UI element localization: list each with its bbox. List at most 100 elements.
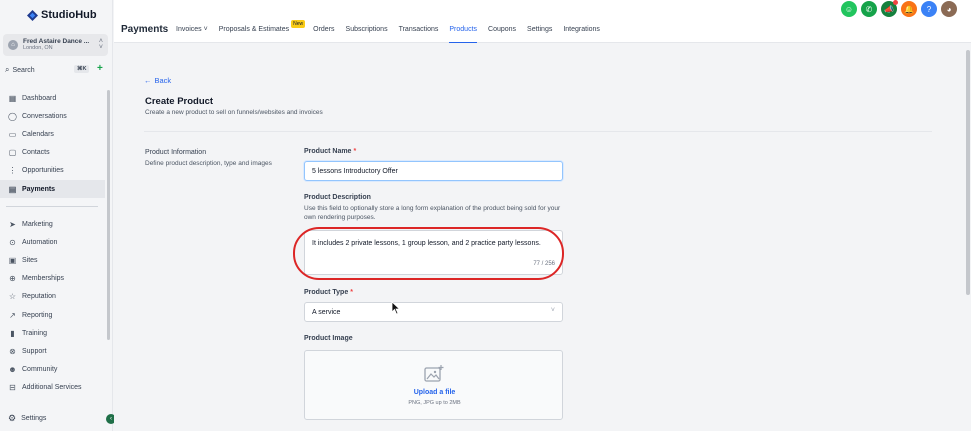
product-description-label: Product Description	[304, 194, 371, 201]
sidebar-item-label: Memberships	[22, 275, 65, 283]
megaphone-icon[interactable]: 📣	[881, 0, 898, 17]
tab-proposals-estimates[interactable]: Proposals & Estimates New	[219, 20, 306, 43]
tab-label: Invoices ˅	[176, 26, 208, 33]
image-upload-dropzone[interactable]: Upload a file PNG, JPG up to 2MB	[304, 350, 563, 420]
avatar[interactable]: ◕	[941, 1, 957, 17]
back-link[interactable]: ← Back	[144, 76, 171, 85]
tab-label: Transactions	[398, 26, 439, 33]
sidebar-item-calendars[interactable]: ▭ Calendars	[0, 125, 105, 143]
top-icons: ☺ ✆ 📣 🔔 ? ◕	[841, 0, 957, 17]
star-icon: ☆	[8, 292, 17, 302]
quick-add-icon[interactable]: +	[97, 63, 103, 74]
sidebar-divider	[6, 206, 98, 207]
sidebar-item-label: Conversations	[22, 112, 67, 120]
product-description-help: Use this field to optionally store a lon…	[304, 205, 561, 222]
book-icon: ▮	[10, 328, 15, 338]
sidebar-item-reporting[interactable]: ↗ Reporting	[0, 306, 105, 324]
sidebar-item-marketing[interactable]: ➤ Marketing	[0, 215, 105, 233]
community-icon: ☻	[8, 365, 17, 375]
upload-file-link[interactable]: Upload a file	[305, 389, 564, 396]
automation-icon: ⊙	[9, 237, 16, 247]
search-button[interactable]: ⌕ Search ⌘K +	[5, 63, 108, 76]
sidebar-item-opportunities[interactable]: ⋮ Opportunities	[0, 162, 105, 180]
sidebar-item-label: Contacts	[22, 149, 50, 157]
product-name-label-text: Product Name	[304, 148, 352, 155]
product-type-select[interactable]: A service ˅	[304, 302, 563, 322]
cart-icon: ⊟	[9, 383, 16, 393]
form-title: Create Product	[145, 96, 214, 107]
tab-invoices[interactable]: Invoices ˅	[176, 26, 208, 43]
product-name-value: 5 lessons Introductory Offer	[312, 167, 398, 175]
tab-label: Orders	[313, 26, 335, 33]
sidebar-item-label: Opportunities	[22, 167, 64, 175]
product-image-label: Product Image	[304, 335, 353, 342]
sidebar-item-dashboard[interactable]: ▦ Dashboard	[0, 89, 105, 107]
phone-icon[interactable]: ✆	[861, 1, 877, 17]
notification-dot	[893, 0, 898, 5]
tab-integrations[interactable]: Integrations	[563, 26, 600, 43]
sidebar-item-payments[interactable]: ▤ Payments	[0, 179, 105, 199]
sidebar: StudioHub ⌂ Fred Astaire Dance ... Londo…	[0, 0, 113, 431]
sidebar-item-conversations[interactable]: ◯ Conversations	[0, 107, 105, 125]
sidebar-item-memberships[interactable]: ⊕ Memberships	[0, 270, 105, 288]
page-title: Payments	[121, 24, 169, 35]
tab-products[interactable]: Products	[449, 26, 478, 43]
tab-settings[interactable]: Settings	[527, 26, 552, 43]
tab-label: Coupons	[488, 26, 517, 33]
sidebar-item-additional-services[interactable]: ⊟ Additional Services	[0, 379, 105, 397]
required-marker: *	[353, 148, 357, 155]
main-scrollbar[interactable]	[966, 50, 970, 295]
send-icon: ➤	[9, 219, 16, 229]
user-status-icon[interactable]: ☺	[841, 1, 857, 17]
sidebar-item-sites[interactable]: ▣ Sites	[0, 251, 105, 269]
search-icon: ⌕	[5, 65, 10, 74]
contacts-icon: ▢	[8, 148, 17, 158]
tab-label: Integrations	[563, 26, 600, 33]
help-icon[interactable]: ?	[921, 1, 937, 17]
section-divider	[144, 131, 932, 132]
chevron-down-icon: ˅	[550, 307, 555, 314]
sidebar-item-label: Dashboard	[22, 94, 57, 102]
upload-hint: PNG, JPG up to 2MB	[408, 400, 461, 406]
settings-label: Settings	[21, 415, 47, 422]
image-upload-icon	[424, 365, 444, 382]
highlight-annotation	[293, 227, 564, 280]
product-name-label: Product Name *	[304, 148, 356, 155]
tab-transactions[interactable]: Transactions	[399, 26, 439, 43]
sidebar-item-contacts[interactable]: ▢ Contacts	[0, 144, 105, 162]
sidebar-scrollbar[interactable]	[107, 90, 110, 340]
sidebar-item-label: Automation	[22, 238, 58, 246]
account-switcher[interactable]: ⌂ Fred Astaire Dance ... London, ON ˄ ˅	[3, 34, 108, 56]
search-label: Search	[12, 66, 35, 74]
tab-orders[interactable]: Orders	[313, 26, 334, 43]
sidebar-item-support[interactable]: ⊗ Support	[0, 342, 105, 360]
support-icon: ⊗	[9, 346, 16, 356]
sidebar-item-label: Marketing	[22, 220, 53, 228]
sidebar-nav-secondary: ➤ Marketing ⊙ Automation ▣ Sites ⊕ Memberships ☆…	[0, 215, 105, 397]
new-badge: New	[291, 20, 306, 28]
required-marker: *	[350, 289, 353, 296]
reporting-icon: ↗	[9, 310, 16, 320]
sidebar-item-settings[interactable]: ⚙ Settings	[8, 413, 46, 424]
top-bar: Payments Invoices ˅ Proposals & Estimates…	[114, 0, 971, 43]
logo-icon	[27, 9, 38, 21]
sidebar-item-automation[interactable]: ⊙ Automation	[0, 233, 105, 251]
section-description: Define product description, type and ima…	[145, 160, 272, 167]
sidebar-item-reputation[interactable]: ☆ Reputation	[0, 288, 105, 306]
mouse-cursor-icon	[391, 301, 401, 315]
sidebar-item-community[interactable]: ☻ Community	[0, 361, 105, 379]
dashboard-icon: ▦	[8, 93, 17, 103]
product-name-input[interactable]: 5 lessons Introductory Offer	[304, 161, 563, 181]
tab-subscriptions[interactable]: Subscriptions	[346, 26, 388, 43]
opportunities-icon: ⋮	[8, 166, 17, 176]
sidebar-item-label: Additional Services	[22, 384, 82, 392]
sidebar-item-label: Sites	[22, 256, 38, 264]
sidebar-item-label: Payments	[22, 185, 56, 193]
product-type-value: A service	[312, 308, 341, 316]
calendar-icon: ▭	[8, 129, 17, 139]
sidebar-item-training[interactable]: ▮ Training	[0, 324, 105, 342]
sidebar-item-label: Support	[22, 347, 47, 355]
tab-coupons[interactable]: Coupons	[488, 26, 516, 43]
app-logo[interactable]: StudioHub	[27, 9, 97, 21]
bell-icon[interactable]: 🔔	[901, 1, 917, 17]
